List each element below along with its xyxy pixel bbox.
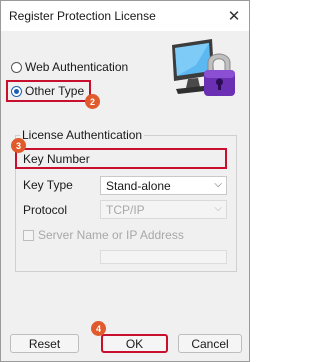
ok-button[interactable]: OK: [101, 334, 168, 353]
chevron-down-icon: ⌵: [214, 203, 222, 214]
protocol-value: TCP/IP: [106, 202, 145, 217]
close-icon: ✕: [227, 8, 241, 25]
server-name-label: Server Name or IP Address: [38, 228, 184, 242]
server-name-checkbox: [23, 229, 34, 241]
dialog-title: Register Protection License: [9, 9, 156, 23]
key-type-label: Key Type: [23, 178, 73, 192]
close-button[interactable]: ✕: [219, 1, 249, 31]
step-badge-4: 4: [91, 321, 106, 336]
highlight-other-type: [6, 80, 91, 102]
key-number-label: Key Number: [23, 152, 90, 166]
chevron-down-icon: ⌵: [214, 179, 222, 190]
step-badge-3: 3: [11, 138, 26, 153]
step-badge-2: 2: [85, 94, 100, 109]
server-name-checkbox-row: Server Name or IP Address: [23, 228, 184, 242]
protocol-label: Protocol: [23, 203, 68, 217]
title-bar: Register Protection License ✕: [1, 1, 249, 31]
key-type-select[interactable]: Stand-alone ⌵: [100, 176, 227, 195]
protocol-select: TCP/IP ⌵: [100, 200, 227, 219]
cancel-button[interactable]: Cancel: [178, 334, 242, 353]
server-name-input: [100, 250, 227, 264]
monitor-with-padlock-icon: [168, 35, 240, 107]
key-type-value: Stand-alone: [106, 178, 171, 193]
radio-button[interactable]: [11, 61, 22, 73]
register-license-dialog: Register Protection License ✕ Web Authen…: [0, 0, 250, 362]
radio-web-authentication[interactable]: Web Authentication: [11, 60, 128, 74]
reset-button[interactable]: Reset: [10, 334, 79, 353]
radio-label-web-authentication: Web Authentication: [25, 60, 129, 74]
group-legend: License Authentication: [20, 128, 145, 142]
